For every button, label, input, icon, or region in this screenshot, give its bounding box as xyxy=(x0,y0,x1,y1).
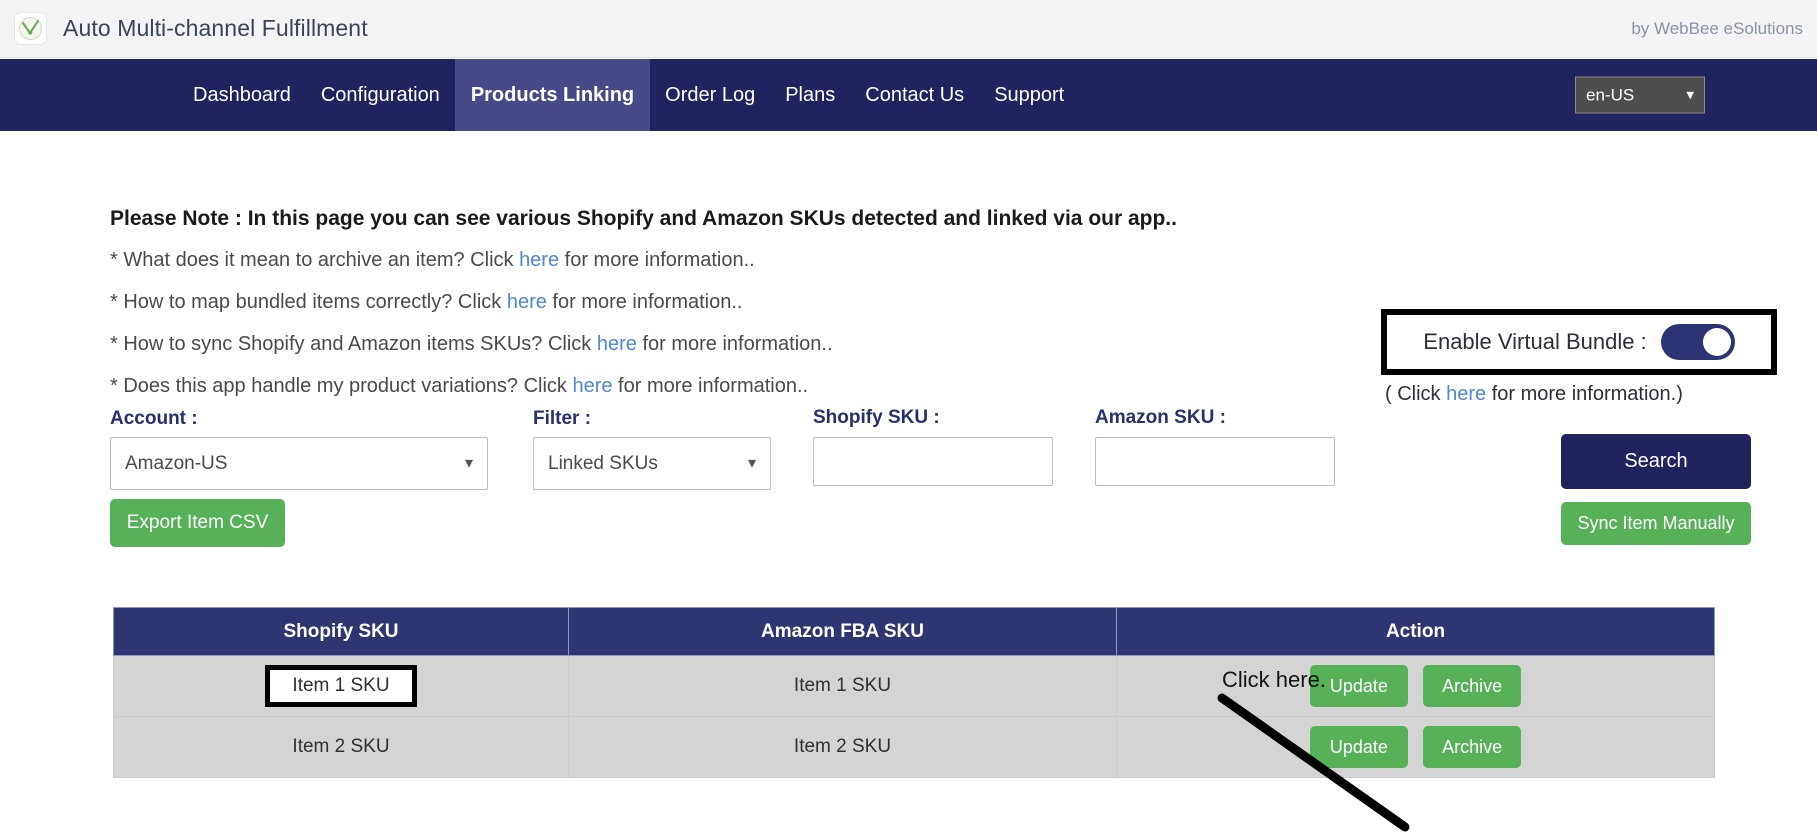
table-header-row: Shopify SKU Amazon FBA SKU Action xyxy=(113,607,1715,656)
chevron-down-icon: ▾ xyxy=(1686,86,1694,104)
filter-select-value: Linked SKUs xyxy=(548,452,658,474)
nav-item-products-linking[interactable]: Products Linking xyxy=(454,59,651,131)
app-header: Auto Multi-channel Fulfillment by WebBee… xyxy=(0,0,1817,58)
note-text: * Does this app handle my product variat… xyxy=(110,375,573,397)
products-linking-table: Shopify SKU Amazon FBA SKU Action Item 1… xyxy=(113,607,1715,778)
filter-select[interactable]: Linked SKUs ▾ xyxy=(533,437,771,490)
toggle-knob xyxy=(1702,328,1731,356)
virtual-bundle-help-link[interactable]: here xyxy=(1446,383,1486,405)
annotation-arrow-line xyxy=(1217,693,1410,832)
cell-shopify-sku: Item 1 SKU xyxy=(113,655,569,717)
nav-item-order-log[interactable]: Order Log xyxy=(650,59,770,131)
cell-shopify-sku: Item 2 SKU xyxy=(113,716,569,778)
note-line-archive: * What does it mean to archive an item? … xyxy=(110,249,755,272)
table-row: Item 1 SKU Item 1 SKU Update Archive xyxy=(113,655,1715,717)
amazon-sku-label: Amazon SKU : xyxy=(1095,407,1226,428)
language-select[interactable]: en-US ▾ xyxy=(1575,76,1705,114)
note-text: for more information.. xyxy=(559,249,755,271)
note-link-bundles[interactable]: here xyxy=(507,291,547,313)
search-button[interactable]: Search xyxy=(1561,434,1751,489)
app-title: Auto Multi-channel Fulfillment xyxy=(63,15,368,41)
note-link-sync[interactable]: here xyxy=(597,333,637,355)
nav-item-dashboard[interactable]: Dashboard xyxy=(178,59,306,131)
chevron-down-icon: ▾ xyxy=(464,454,473,472)
shopify-sku-input[interactable] xyxy=(813,437,1053,486)
note-text: * What does it mean to archive an item? … xyxy=(110,249,520,271)
account-label: Account : xyxy=(110,408,198,429)
shopify-sku-highlighted: Item 1 SKU xyxy=(265,665,417,707)
app-logo-icon xyxy=(14,12,47,45)
note-line-variations: * Does this app handle my product variat… xyxy=(110,375,808,398)
nav-item-plans[interactable]: Plans xyxy=(770,59,850,131)
nav-item-support[interactable]: Support xyxy=(979,59,1079,131)
shopify-sku-label: Shopify SKU : xyxy=(813,407,940,428)
chevron-down-icon: ▾ xyxy=(747,454,756,472)
cell-amazon-sku: Item 2 SKU xyxy=(568,716,1117,778)
account-select-value: Amazon-US xyxy=(125,452,228,474)
sync-item-manually-button[interactable]: Sync Item Manually xyxy=(1561,502,1751,545)
main-navigation: Dashboard Configuration Products Linking… xyxy=(0,59,1817,131)
note-text: * How to map bundled items correctly? Cl… xyxy=(110,291,507,313)
enable-virtual-bundle-toggle[interactable] xyxy=(1660,324,1735,360)
column-header-amazon-fba-sku: Amazon FBA SKU xyxy=(568,607,1117,656)
note-link-variations[interactable]: here xyxy=(572,375,612,397)
note-text: for more information.. xyxy=(612,375,809,397)
table-row: Item 2 SKU Item 2 SKU Update Archive xyxy=(113,716,1715,778)
filter-label: Filter : xyxy=(533,408,592,429)
export-item-csv-button[interactable]: Export Item CSV xyxy=(110,499,285,547)
enable-virtual-bundle-box: Enable Virtual Bundle : xyxy=(1381,309,1777,375)
enable-virtual-bundle-label: Enable Virtual Bundle : xyxy=(1423,329,1647,354)
note-text: for more information.. xyxy=(546,291,743,313)
note-text: for more information.. xyxy=(636,333,833,355)
language-select-value: en-US xyxy=(1586,85,1635,104)
cell-amazon-sku: Item 1 SKU xyxy=(568,655,1117,717)
page-note-title: Please Note : In this page you can see v… xyxy=(110,207,1177,230)
nav-item-contact-us[interactable]: Contact Us xyxy=(850,59,979,131)
nav-item-list: Dashboard Configuration Products Linking… xyxy=(178,59,1079,131)
note-line-sync: * How to sync Shopify and Amazon items S… xyxy=(110,333,833,356)
amazon-sku-input[interactable] xyxy=(1095,437,1335,486)
note-text: * How to sync Shopify and Amazon items S… xyxy=(110,333,597,355)
virtual-bundle-help-line: ( Click here for more information.) xyxy=(1385,383,1683,406)
note-link-archive[interactable]: here xyxy=(519,249,559,271)
column-header-action: Action xyxy=(1116,607,1715,656)
note-line-bundles: * How to map bundled items correctly? Cl… xyxy=(110,291,742,314)
nav-item-configuration[interactable]: Configuration xyxy=(306,59,455,131)
account-select[interactable]: Amazon-US ▾ xyxy=(110,437,488,490)
vendor-credit: by WebBee eSolutions xyxy=(1631,18,1803,38)
help-text: ( Click xyxy=(1385,383,1447,405)
annotation-click-here-label: Click here. xyxy=(1222,667,1326,692)
help-text: for more information.) xyxy=(1486,383,1683,405)
column-header-shopify-sku: Shopify SKU xyxy=(113,607,569,656)
